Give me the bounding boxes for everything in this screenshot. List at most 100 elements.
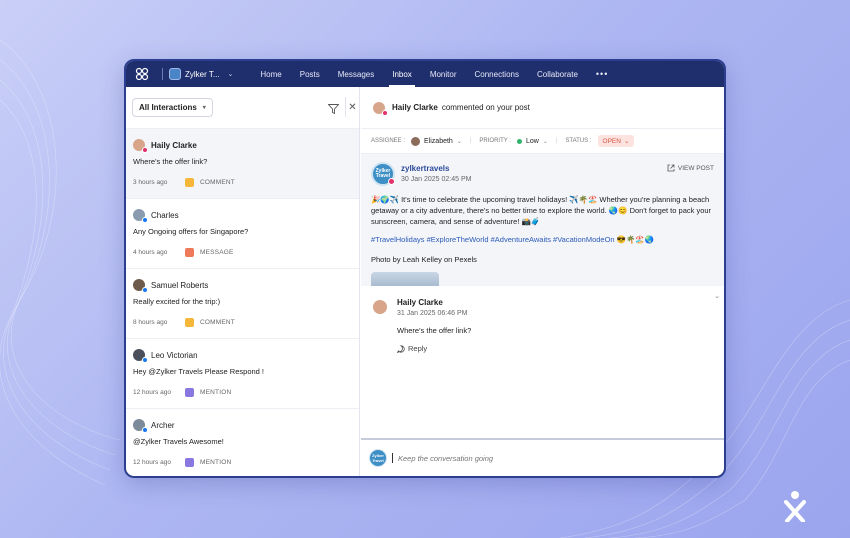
filter-label: All Interactions <box>139 103 197 112</box>
avatar <box>133 349 148 363</box>
nav-collaborate[interactable]: Collaborate <box>528 61 587 87</box>
divider: | <box>469 138 472 144</box>
interactions-list-panel: All Interactions ▾ ✕ Haily Clarke Where'… <box>126 87 360 476</box>
chevron-down-icon: ⌄ <box>542 138 548 145</box>
chevron-down-icon: ⌄ <box>456 138 462 145</box>
reply-input[interactable] <box>398 453 716 463</box>
avatar <box>373 101 388 116</box>
item-time: 4 hours ago <box>133 249 168 256</box>
comment-date: 31 Jan 2025 06:46 PM <box>397 310 468 317</box>
item-time: 3 hours ago <box>133 179 168 186</box>
item-text: Any Ongoing offers for Singapore? <box>133 227 249 236</box>
avatar <box>373 300 387 314</box>
close-icon[interactable]: ✕ <box>345 97 359 117</box>
conversation-panel: Haily Clarke commented on your post ASSI… <box>361 87 724 476</box>
nav-connections[interactable]: Connections <box>466 61 528 87</box>
chevron-down-icon: ⌄ <box>623 138 630 145</box>
status-dropdown[interactable]: OPEN ⌄ <box>597 135 635 147</box>
priority-label: PRIORITY : <box>479 138 511 144</box>
item-time: 12 hours ago <box>133 389 171 396</box>
item-time: 12 hours ago <box>133 459 171 466</box>
more-menu-icon[interactable]: ••• <box>587 61 617 87</box>
reply-bubble-icon <box>397 344 405 353</box>
item-text: Where's the offer link? <box>133 157 208 166</box>
comment-icon <box>185 178 194 187</box>
list-header: All Interactions ▾ ✕ <box>126 87 359 129</box>
chevron-down-icon: ⌄ <box>227 71 234 78</box>
app-window: Zylker T... ⌄ Home Posts Messages Inbox … <box>124 59 726 478</box>
brand-name: Zylker T... <box>185 69 220 79</box>
list-item[interactable]: Samuel Roberts Really excited for the tr… <box>126 269 359 339</box>
facebook-icon <box>142 217 148 223</box>
reply-label: Reply <box>408 344 428 353</box>
status-value: OPEN <box>602 137 621 145</box>
list-item[interactable]: Charles Any Ongoing offers for Singapore… <box>126 199 359 269</box>
post-account[interactable]: zylkertravels <box>401 164 471 173</box>
avatar <box>133 139 148 153</box>
post-date: 30 Jan 2025 02:45 PM <box>401 176 472 183</box>
nav-posts[interactable]: Posts <box>291 61 329 87</box>
top-navigation-bar: Zylker T... ⌄ Home Posts Messages Inbox … <box>126 61 724 87</box>
conversation-header: Haily Clarke commented on your post <box>361 87 724 129</box>
reply-composer: Zylker Travel <box>361 438 724 476</box>
list-item[interactable]: Haily Clarke Where's the offer link? 3 h… <box>126 129 359 199</box>
post-hashtags[interactable]: #TravelHolidays #ExploreTheWorld #Advent… <box>371 235 714 244</box>
nav-home[interactable]: Home <box>251 61 290 87</box>
list-item[interactable]: Leo Victorian Hey @Zylker Travels Please… <box>126 339 359 409</box>
list-item[interactable]: Archer @Zylker Travels Awesome! 12 hours… <box>126 409 359 476</box>
item-author: Charles <box>151 210 179 220</box>
brand-switcher[interactable]: Zylker T... ⌄ <box>169 68 233 80</box>
comment-text: Where's the offer link? <box>397 326 472 335</box>
instagram-icon <box>388 178 395 185</box>
item-author: Leo Victorian <box>151 350 198 360</box>
ticket-meta-row: ASSIGNEE : Elizabeth ⌄ | PRIORITY : Low … <box>361 129 724 154</box>
message-icon <box>185 248 194 257</box>
view-post-label: VIEW POST <box>677 164 714 172</box>
priority-dot-icon <box>516 138 522 144</box>
item-type: MENTION <box>200 389 232 396</box>
reply-button[interactable]: Reply <box>397 344 471 353</box>
facebook-icon <box>142 357 148 363</box>
original-post: Zylker Travel zylkertravels 30 Jan 2025 … <box>361 154 724 286</box>
item-author: Haily Clarke <box>151 140 197 150</box>
assignee-dropdown[interactable]: Elizabeth ⌄ <box>411 136 462 146</box>
chevron-down-icon: ▾ <box>202 105 206 111</box>
priority-dropdown[interactable]: Low ⌄ <box>516 137 548 145</box>
divider: | <box>555 138 558 144</box>
avatar <box>411 136 421 146</box>
item-type: COMMENT <box>200 179 235 186</box>
mention-icon <box>185 388 194 397</box>
item-text: Really excited for the trip:) <box>133 297 221 306</box>
nav-messages[interactable]: Messages <box>329 61 383 87</box>
view-post-button[interactable]: VIEW POST <box>667 164 714 172</box>
comment-author: Haily Clarke <box>397 298 443 307</box>
item-text: @Zylker Travels Awesome! <box>133 437 224 446</box>
account-logo: Zylker Travel <box>371 162 395 186</box>
item-author: Archer <box>151 420 175 430</box>
item-type: MESSAGE <box>200 249 234 256</box>
nav-inbox[interactable]: Inbox <box>383 61 421 87</box>
nav-monitor[interactable]: Monitor <box>421 61 466 87</box>
avatar <box>133 209 148 223</box>
app-logo-icon[interactable] <box>134 66 150 82</box>
priority-value: Low <box>525 137 539 145</box>
divider <box>162 68 163 80</box>
brand-avatar <box>169 68 181 80</box>
avatar <box>133 279 148 293</box>
item-author: Samuel Roberts <box>151 280 209 290</box>
post-image-thumbnail[interactable] <box>371 272 439 286</box>
interaction-filter-dropdown[interactable]: All Interactions ▾ <box>132 98 213 117</box>
text-cursor <box>392 453 393 463</box>
main-nav: Home Posts Messages Inbox Monitor Connec… <box>251 61 617 87</box>
account-logo-text: Zylker Travel <box>372 453 384 463</box>
instagram-icon <box>382 109 388 116</box>
filter-icon[interactable] <box>327 101 340 119</box>
post-body: 🎉🌍✈️ It's time to celebrate the upcoming… <box>371 195 712 226</box>
avatar <box>133 419 148 433</box>
mention-icon <box>185 458 194 467</box>
comment-icon <box>185 318 194 327</box>
brand-figure-icon <box>784 491 806 522</box>
header-author: Haily Clarke <box>392 103 438 112</box>
comment-thread: Haily Clarke 31 Jan 2025 06:46 PM Where'… <box>361 286 724 426</box>
photo-credit: Photo by Leah Kelley on Pexels <box>371 255 477 264</box>
